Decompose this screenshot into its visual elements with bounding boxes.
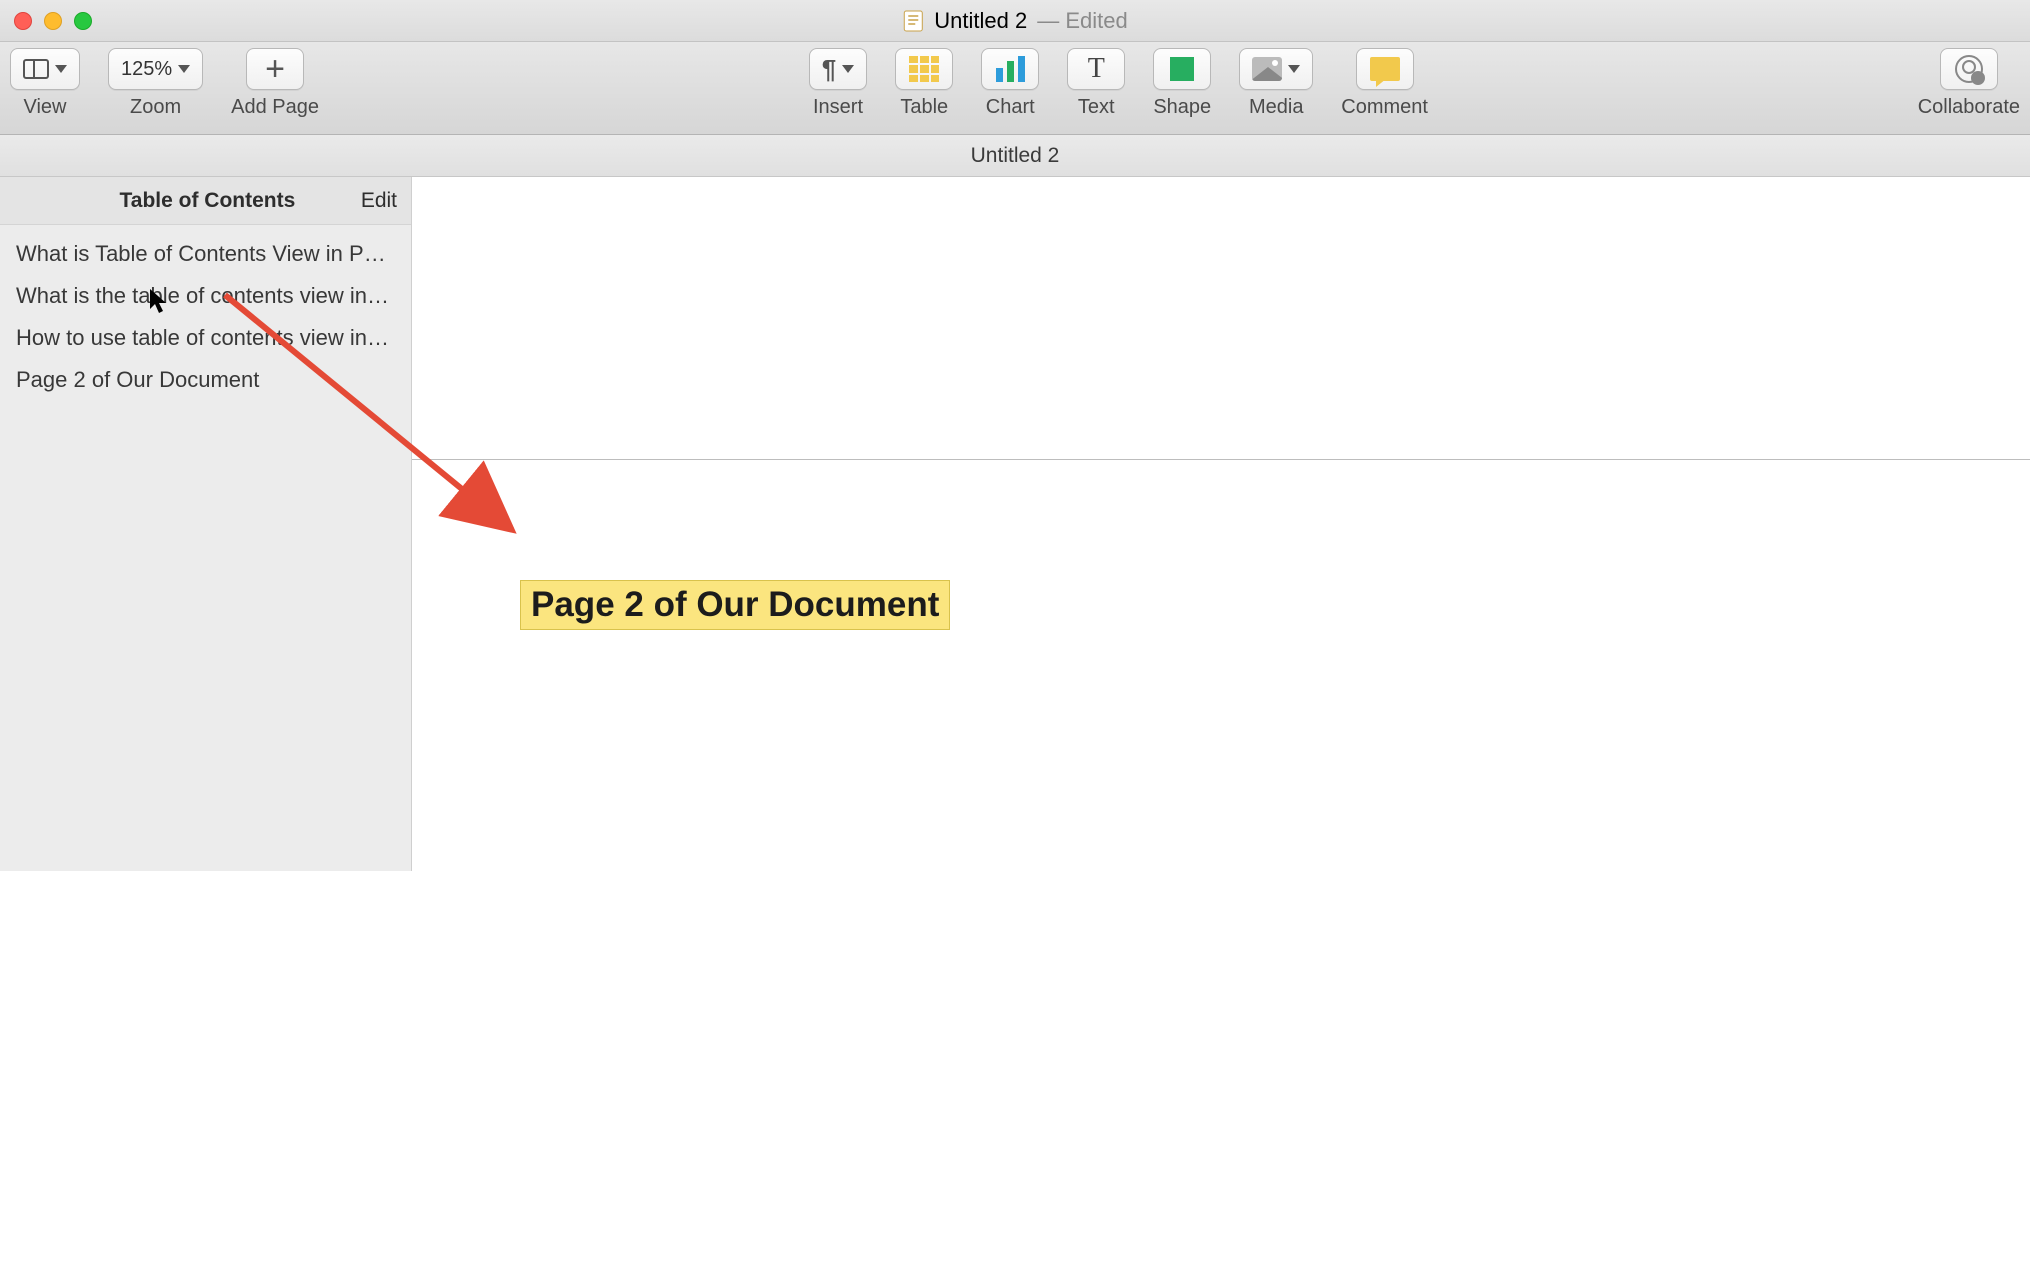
chevron-down-icon [55, 65, 67, 73]
main-area: Table of Contents Edit What is Table of … [0, 177, 2030, 871]
close-window-button[interactable] [14, 12, 32, 30]
collaborate-tool: Collaborate [1918, 48, 2020, 119]
chevron-down-icon [178, 65, 190, 73]
comment-icon [1370, 57, 1400, 81]
chevron-down-icon [842, 65, 854, 73]
text-label: Text [1078, 96, 1115, 119]
document-name-bar: Untitled 2 [0, 135, 2030, 177]
traffic-lights [0, 12, 92, 30]
table-icon [909, 56, 939, 82]
table-button[interactable] [895, 48, 953, 90]
view-label: View [24, 96, 67, 119]
text-icon: T [1088, 53, 1105, 85]
table-tool: Table [895, 48, 953, 119]
comment-button[interactable] [1356, 48, 1414, 90]
collaborate-icon [1955, 55, 1983, 83]
media-button[interactable] [1239, 48, 1313, 90]
zoom-label: Zoom [130, 96, 181, 119]
comment-tool: Comment [1341, 48, 1428, 119]
zoom-tool: 125% Zoom [108, 48, 203, 119]
maximize-window-button[interactable] [74, 12, 92, 30]
toc-sidebar: Table of Contents Edit What is Table of … [0, 177, 412, 871]
media-tool: Media [1239, 48, 1313, 119]
collaborate-label: Collaborate [1918, 96, 2020, 119]
view-icon [23, 59, 49, 79]
shape-tool: Shape [1153, 48, 1211, 119]
insert-label: Insert [813, 96, 863, 119]
minimize-window-button[interactable] [44, 12, 62, 30]
shape-icon [1170, 57, 1194, 81]
toolbar: View 125% Zoom + Add Page ¶ Insert Table [0, 42, 2030, 135]
app-document-icon [902, 10, 924, 32]
document-canvas[interactable]: Page 2 of Our Document [412, 177, 2030, 871]
zoom-value: 125% [121, 58, 172, 81]
zoom-button[interactable]: 125% [108, 48, 203, 90]
text-tool: T Text [1067, 48, 1125, 119]
page-heading-highlighted[interactable]: Page 2 of Our Document [520, 580, 950, 630]
insert-button[interactable]: ¶ [809, 48, 867, 90]
chart-label: Chart [986, 96, 1035, 119]
text-button[interactable]: T [1067, 48, 1125, 90]
chart-tool: Chart [981, 48, 1039, 119]
insert-tool: ¶ Insert [809, 48, 867, 119]
window-title-edited: — Edited [1037, 8, 1128, 34]
window-title-text: Untitled 2 [934, 8, 1027, 34]
add-page-button[interactable]: + [246, 48, 304, 90]
plus-icon: + [265, 52, 285, 86]
page-break [412, 459, 2030, 460]
toc-item[interactable]: How to use table of contents view in Pag… [0, 317, 411, 359]
comment-label: Comment [1341, 96, 1428, 119]
chevron-down-icon [1288, 65, 1300, 73]
add-page-tool: + Add Page [231, 48, 319, 119]
chart-button[interactable] [981, 48, 1039, 90]
shape-label: Shape [1153, 96, 1211, 119]
document-name: Untitled 2 [971, 144, 1060, 168]
toc-list: What is Table of Contents View in Pages … [0, 225, 411, 409]
toc-edit-button[interactable]: Edit [361, 189, 397, 213]
window-title: Untitled 2 — Edited [902, 8, 1127, 34]
toc-header: Table of Contents Edit [0, 177, 411, 225]
toc-item[interactable]: Page 2 of Our Document [0, 359, 411, 401]
add-page-label: Add Page [231, 96, 319, 119]
media-label: Media [1249, 96, 1303, 119]
shape-button[interactable] [1153, 48, 1211, 90]
pilcrow-icon: ¶ [822, 54, 836, 85]
view-tool: View [10, 48, 80, 119]
toc-item[interactable]: What is Table of Contents View in Pages … [0, 233, 411, 275]
window-titlebar: Untitled 2 — Edited [0, 0, 2030, 42]
view-button[interactable] [10, 48, 80, 90]
chart-icon [996, 56, 1025, 82]
toc-title: Table of Contents [14, 189, 361, 213]
collaborate-button[interactable] [1940, 48, 1998, 90]
media-icon [1252, 57, 1282, 81]
toc-item[interactable]: What is the table of contents view in Pa… [0, 275, 411, 317]
table-label: Table [900, 96, 948, 119]
